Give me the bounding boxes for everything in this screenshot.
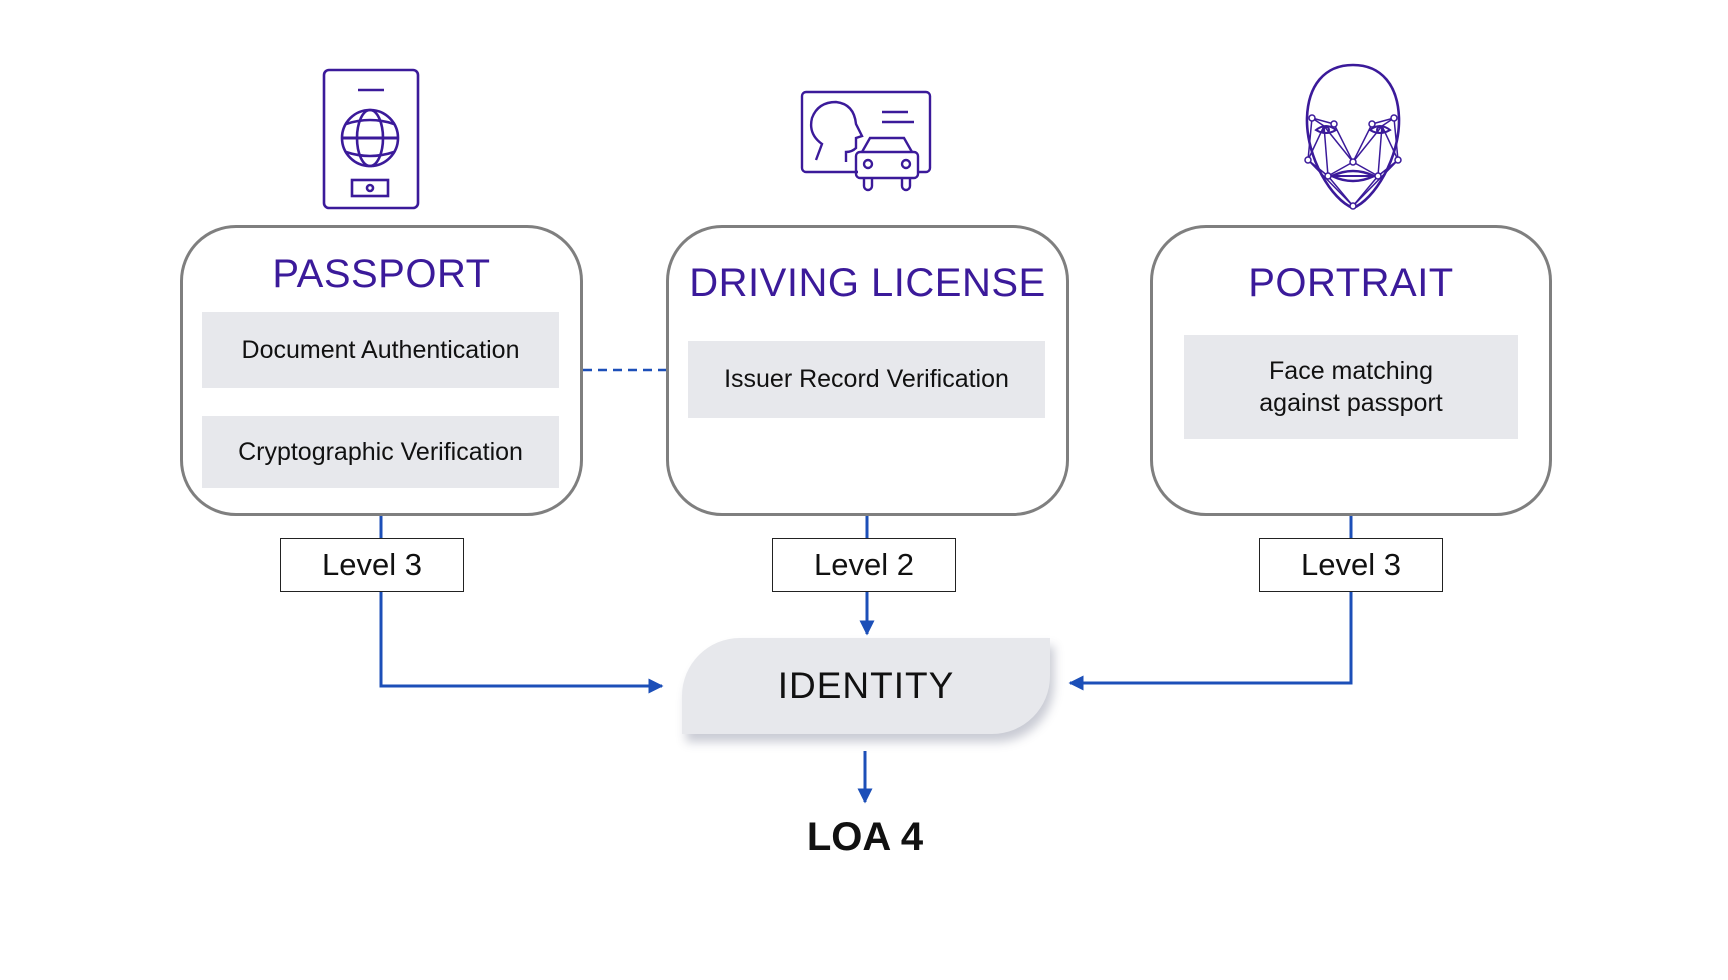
driving-license-title: DRIVING LICENSE — [689, 261, 1046, 305]
portrait-card: PORTRAIT Face matching against passport — [1150, 225, 1552, 516]
passport-level-badge: Level 3 — [280, 538, 464, 592]
driving-license-card: DRIVING LICENSE Issuer Record Verificati… — [666, 225, 1069, 516]
portrait-level-to-identity-arrow — [1068, 592, 1353, 691]
passport-level-to-identity-arrow — [379, 592, 664, 694]
cryptographic-verification-step: Cryptographic Verification — [202, 416, 559, 488]
identity-node: IDENTITY — [682, 638, 1050, 734]
passport-card: PASSPORT Document Authentication Cryptog… — [180, 225, 583, 516]
document-authentication-step: Document Authentication — [202, 312, 559, 388]
portrait-title: PORTRAIT — [1248, 261, 1454, 305]
portrait-level-badge: Level 3 — [1259, 538, 1443, 592]
passport-title: PASSPORT — [272, 252, 491, 296]
issuer-record-verification-step: Issuer Record Verification — [688, 341, 1045, 418]
loa-result: LOA 4 — [806, 815, 924, 859]
face-matching-step: Face matching against passport — [1184, 335, 1518, 439]
driving-license-level-badge: Level 2 — [772, 538, 956, 592]
